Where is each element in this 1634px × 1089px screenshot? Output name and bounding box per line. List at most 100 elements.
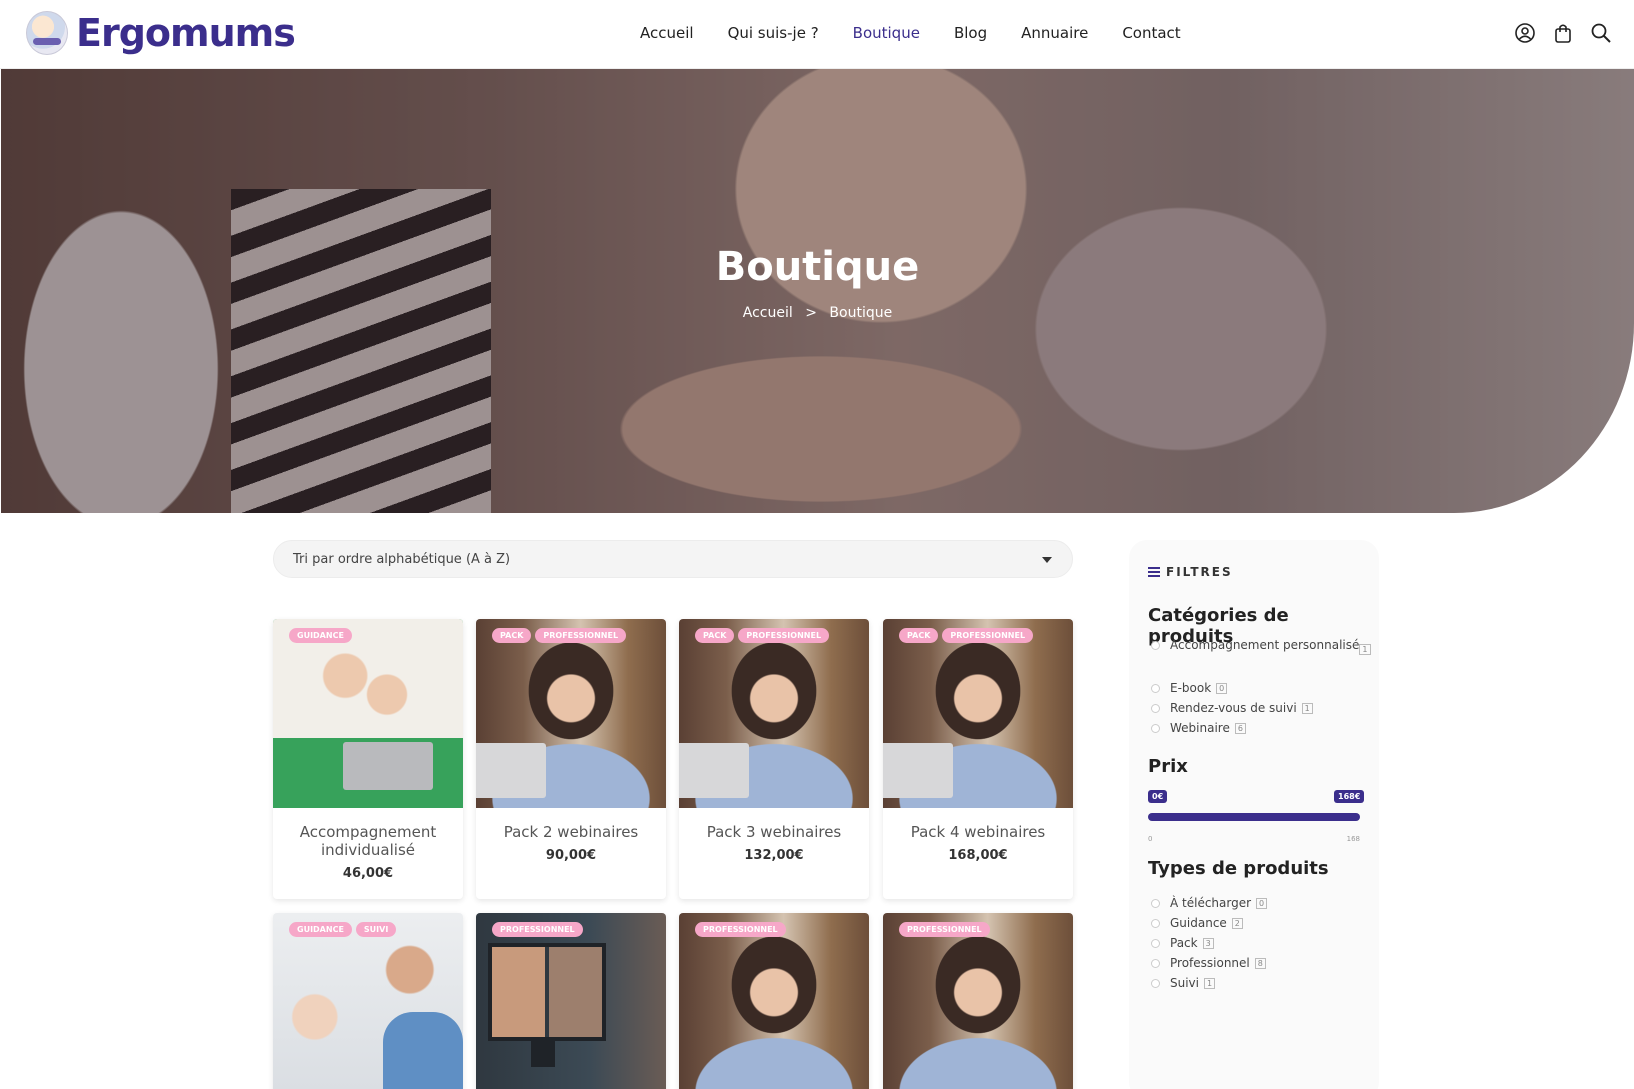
category-count: 1 [1301,702,1313,714]
type-label[interactable]: À télécharger [1170,896,1251,910]
category-label[interactable]: Webinaire [1170,721,1230,735]
radio-button[interactable] [1151,938,1160,948]
product-price: 90,00€ [545,848,597,863]
product-badge: PROFESSIONNEL [899,922,990,937]
type-count: 8 [1254,957,1266,969]
type-count: 1 [1204,977,1216,989]
product-badge: PACK [899,628,939,643]
product-badge: PACK [492,628,532,643]
category-count: 1 [1359,644,1371,655]
chevron-down-icon [1042,557,1052,563]
type-count: 0 [1256,897,1268,909]
product-image[interactable]: PROFESSIONNEL [476,913,666,1089]
product-badges: PACK PROFESSIONNEL [492,628,627,643]
product-name[interactable]: Pack 2 webinaires [476,823,666,841]
category-item[interactable]: Rendez-vous de suivi 1 [1151,698,1371,718]
logo-badge-icon [26,11,68,55]
type-item[interactable]: Pack 3 [1151,933,1371,953]
user-icon[interactable] [1514,22,1536,44]
nav-accueil[interactable]: Accueil [640,24,694,42]
site-header: Ergomums Accueil Qui suis-je ? Boutique … [0,0,1634,69]
radio-button[interactable] [1151,723,1160,733]
category-label[interactable]: Accompagnement personnalisé [1170,638,1359,652]
type-label[interactable]: Pack [1170,936,1198,950]
radio-button[interactable] [1151,918,1160,928]
product-price: 46,00€ [342,866,394,881]
type-label[interactable]: Professionnel [1170,956,1250,970]
product-image[interactable]: GUIDANCE [273,619,463,808]
category-label[interactable]: Rendez-vous de suivi [1170,701,1297,715]
radio-button[interactable] [1151,978,1160,988]
product-badge: PROFESSIONNEL [492,922,583,937]
brand-name: Ergomums [76,11,296,55]
nav-blog[interactable]: Blog [954,24,987,42]
filters-toggle[interactable]: FILTRES [1148,565,1233,579]
product-badge: PROFESSIONNEL [535,628,627,643]
product-card[interactable]: PACK PROFESSIONNEL Pack 2 webinaires 90,… [476,619,666,899]
nav-boutique[interactable]: Boutique [853,24,920,42]
type-count: 2 [1231,917,1243,929]
nav-qui-suis-je[interactable]: Qui suis-je ? [728,24,819,42]
type-label[interactable]: Guidance [1170,916,1227,930]
product-image[interactable]: PROFESSIONNEL [679,913,869,1089]
radio-button[interactable] [1151,703,1160,713]
category-item[interactable]: E-book 0 [1151,678,1371,698]
product-card[interactable]: GUIDANCE SUIVI [273,913,463,1089]
hero-banner: Boutique Accueil > Boutique [1,69,1634,513]
type-item[interactable]: Guidance 2 [1151,913,1371,933]
product-badge: PROFESSIONNEL [695,922,786,937]
product-image[interactable]: PACK PROFESSIONNEL [679,619,869,808]
breadcrumb-home[interactable]: Accueil [743,305,793,321]
product-card[interactable]: PACK PROFESSIONNEL Pack 4 webinaires 168… [883,619,1073,899]
radio-button[interactable] [1151,958,1160,968]
cart-icon[interactable] [1552,22,1574,44]
product-card[interactable]: GUIDANCE Accompagnement individualisé 46… [273,619,463,899]
search-icon[interactable] [1590,22,1612,44]
nav-annuaire[interactable]: Annuaire [1021,24,1088,42]
breadcrumb: Accueil > Boutique [1,305,1634,321]
category-label[interactable]: E-book [1170,681,1211,695]
product-name[interactable]: Pack 4 webinaires [883,823,1073,841]
product-card[interactable]: PACK PROFESSIONNEL Pack 3 webinaires 132… [679,619,869,899]
price-tick-max: 168 [1346,835,1360,843]
radio-button[interactable] [1151,898,1160,908]
category-item[interactable]: Webinaire 6 [1151,718,1371,738]
product-badges: PACK PROFESSIONNEL [899,628,1034,643]
product-badges: PROFESSIONNEL [899,922,990,937]
product-image[interactable]: PROFESSIONNEL [883,913,1073,1089]
sort-select[interactable]: Tri par ordre alphabétique (A à Z) [273,540,1073,578]
breadcrumb-current: Boutique [829,305,893,321]
radio-button[interactable] [1151,641,1160,650]
list-icon [1148,567,1160,577]
type-item[interactable]: Suivi 1 [1151,973,1371,993]
radio-button[interactable] [1151,683,1160,693]
type-item[interactable]: À télécharger 0 [1151,893,1371,913]
types-title: Types de produits [1148,858,1329,879]
product-card[interactable]: PROFESSIONNEL [679,913,869,1089]
product-badge: GUIDANCE [289,922,352,937]
type-label[interactable]: Suivi [1170,976,1199,990]
price-range-slider[interactable] [1148,813,1360,821]
category-item[interactable]: Accompagnement personnalisé 1 [1151,638,1371,678]
price-min-tag: 0€ [1148,790,1168,803]
product-card[interactable]: PROFESSIONNEL [476,913,666,1089]
product-badges: GUIDANCE [289,628,352,643]
product-image[interactable]: PACK PROFESSIONNEL [883,619,1073,808]
nav-contact[interactable]: Contact [1122,24,1180,42]
product-badges: PROFESSIONNEL [695,922,786,937]
product-name[interactable]: Pack 3 webinaires [679,823,869,841]
product-badge: SUIVI [355,922,397,937]
product-card[interactable]: PROFESSIONNEL [883,913,1073,1089]
type-item[interactable]: Professionnel 8 [1151,953,1371,973]
filters-sidebar: FILTRES Catégories de produits Accompagn… [1129,540,1379,1089]
breadcrumb-separator-icon: > [805,305,817,321]
product-badge: PROFESSIONNEL [738,628,830,643]
site-logo[interactable]: Ergomums [26,11,296,55]
product-image[interactable]: GUIDANCE SUIVI [273,913,463,1089]
category-count: 0 [1216,682,1228,694]
product-badge: PROFESSIONNEL [942,628,1034,643]
product-image[interactable]: PACK PROFESSIONNEL [476,619,666,808]
types-list: À télécharger 0 Guidance 2 Pack 3 Profes… [1151,893,1371,993]
product-name[interactable]: Accompagnement individualisé [273,823,463,859]
product-price: 132,00€ [744,848,804,863]
